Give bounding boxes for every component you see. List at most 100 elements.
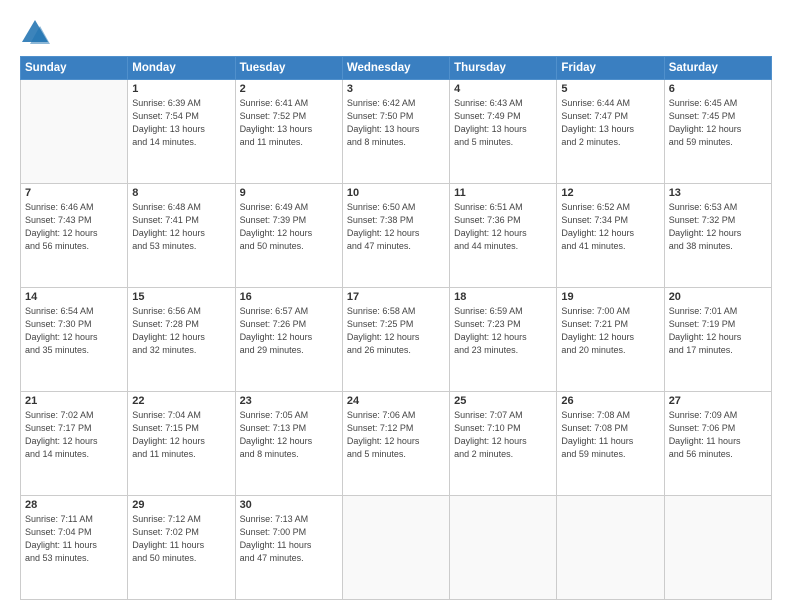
calendar-cell: 1 Sunrise: 6:39 AM Sunset: 7:54 PM Daylig… bbox=[128, 80, 235, 184]
calendar-header-monday: Monday bbox=[128, 57, 235, 80]
day-number: 23 bbox=[240, 395, 338, 407]
calendar-cell: 29 Sunrise: 7:12 AM Sunset: 7:02 PM Dayli… bbox=[128, 496, 235, 600]
calendar-header-saturday: Saturday bbox=[664, 57, 771, 80]
header bbox=[20, 18, 772, 46]
calendar-week-1: 1 Sunrise: 6:39 AM Sunset: 7:54 PM Daylig… bbox=[21, 80, 772, 184]
day-info: Sunrise: 6:43 AM Sunset: 7:49 PM Dayligh… bbox=[454, 97, 552, 149]
day-info: Sunrise: 7:00 AM Sunset: 7:21 PM Dayligh… bbox=[561, 305, 659, 357]
logo bbox=[20, 18, 54, 46]
calendar-cell: 9 Sunrise: 6:49 AM Sunset: 7:39 PM Daylig… bbox=[235, 184, 342, 288]
calendar-cell: 30Sunrise: 7:13 AM Sunset: 7:00 PM Dayli… bbox=[235, 496, 342, 600]
day-info: Sunrise: 7:06 AM Sunset: 7:12 PM Dayligh… bbox=[347, 409, 445, 461]
day-number: 30 bbox=[240, 499, 338, 511]
calendar-cell: 14 Sunrise: 6:54 AM Sunset: 7:30 PM Dayli… bbox=[21, 288, 128, 392]
day-info: Sunrise: 7:09 AM Sunset: 7:06 PM Dayligh… bbox=[669, 409, 767, 461]
day-number: 22 bbox=[132, 395, 230, 407]
calendar-cell: 24 Sunrise: 7:06 AM Sunset: 7:12 PM Dayli… bbox=[342, 392, 449, 496]
day-info: Sunrise: 7:05 AM Sunset: 7:13 PM Dayligh… bbox=[240, 409, 338, 461]
day-info: Sunrise: 7:12 AM Sunset: 7:02 PM Dayligh… bbox=[132, 513, 230, 565]
calendar-cell: 10 Sunrise: 6:50 AM Sunset: 7:38 PM Dayli… bbox=[342, 184, 449, 288]
calendar-week-2: 7 Sunrise: 6:46 AM Sunset: 7:43 PM Daylig… bbox=[21, 184, 772, 288]
calendar-cell: 6 Sunrise: 6:45 AM Sunset: 7:45 PM Daylig… bbox=[664, 80, 771, 184]
day-info: Sunrise: 7:04 AM Sunset: 7:15 PM Dayligh… bbox=[132, 409, 230, 461]
day-number: 7 bbox=[25, 187, 123, 199]
day-number: 1 bbox=[132, 83, 230, 95]
calendar-cell bbox=[557, 496, 664, 600]
day-number: 16 bbox=[240, 291, 338, 303]
day-info: Sunrise: 6:54 AM Sunset: 7:30 PM Dayligh… bbox=[25, 305, 123, 357]
calendar-cell bbox=[664, 496, 771, 600]
day-info: Sunrise: 6:58 AM Sunset: 7:25 PM Dayligh… bbox=[347, 305, 445, 357]
day-number: 20 bbox=[669, 291, 767, 303]
day-info: Sunrise: 6:50 AM Sunset: 7:38 PM Dayligh… bbox=[347, 201, 445, 253]
day-info: Sunrise: 6:46 AM Sunset: 7:43 PM Dayligh… bbox=[25, 201, 123, 253]
calendar-cell: 12 Sunrise: 6:52 AM Sunset: 7:34 PM Dayli… bbox=[557, 184, 664, 288]
day-info: Sunrise: 6:48 AM Sunset: 7:41 PM Dayligh… bbox=[132, 201, 230, 253]
day-info: Sunrise: 6:59 AM Sunset: 7:23 PM Dayligh… bbox=[454, 305, 552, 357]
day-number: 24 bbox=[347, 395, 445, 407]
logo-icon bbox=[20, 18, 50, 46]
calendar-cell: 27 Sunrise: 7:09 AM Sunset: 7:06 PM Dayli… bbox=[664, 392, 771, 496]
day-number: 10 bbox=[347, 187, 445, 199]
calendar-header-row: SundayMondayTuesdayWednesdayThursdayFrid… bbox=[21, 57, 772, 80]
calendar-cell: 3 Sunrise: 6:42 AM Sunset: 7:50 PM Daylig… bbox=[342, 80, 449, 184]
day-number: 3 bbox=[347, 83, 445, 95]
calendar-week-5: 28 Sunrise: 7:11 AM Sunset: 7:04 PM Dayli… bbox=[21, 496, 772, 600]
day-number: 12 bbox=[561, 187, 659, 199]
calendar-week-4: 21 Sunrise: 7:02 AM Sunset: 7:17 PM Dayli… bbox=[21, 392, 772, 496]
day-info: Sunrise: 7:01 AM Sunset: 7:19 PM Dayligh… bbox=[669, 305, 767, 357]
calendar-cell bbox=[21, 80, 128, 184]
day-info: Sunrise: 7:02 AM Sunset: 7:17 PM Dayligh… bbox=[25, 409, 123, 461]
day-info: Sunrise: 6:42 AM Sunset: 7:50 PM Dayligh… bbox=[347, 97, 445, 149]
calendar-cell: 11Sunrise: 6:51 AM Sunset: 7:36 PM Dayli… bbox=[450, 184, 557, 288]
day-info: Sunrise: 6:49 AM Sunset: 7:39 PM Dayligh… bbox=[240, 201, 338, 253]
calendar-cell: 7 Sunrise: 6:46 AM Sunset: 7:43 PM Daylig… bbox=[21, 184, 128, 288]
day-number: 28 bbox=[25, 499, 123, 511]
calendar-cell bbox=[450, 496, 557, 600]
calendar-cell: 2 Sunrise: 6:41 AM Sunset: 7:52 PM Daylig… bbox=[235, 80, 342, 184]
day-number: 11 bbox=[454, 187, 552, 199]
day-number: 2 bbox=[240, 83, 338, 95]
day-number: 25 bbox=[454, 395, 552, 407]
day-info: Sunrise: 6:39 AM Sunset: 7:54 PM Dayligh… bbox=[132, 97, 230, 149]
calendar-cell: 13Sunrise: 6:53 AM Sunset: 7:32 PM Dayli… bbox=[664, 184, 771, 288]
day-number: 6 bbox=[669, 83, 767, 95]
calendar-cell: 26 Sunrise: 7:08 AM Sunset: 7:08 PM Dayli… bbox=[557, 392, 664, 496]
calendar-cell: 25Sunrise: 7:07 AM Sunset: 7:10 PM Dayli… bbox=[450, 392, 557, 496]
day-info: Sunrise: 6:41 AM Sunset: 7:52 PM Dayligh… bbox=[240, 97, 338, 149]
day-number: 8 bbox=[132, 187, 230, 199]
calendar-cell: 20 Sunrise: 7:01 AM Sunset: 7:19 PM Dayli… bbox=[664, 288, 771, 392]
calendar-table: SundayMondayTuesdayWednesdayThursdayFrid… bbox=[20, 56, 772, 600]
day-info: Sunrise: 6:56 AM Sunset: 7:28 PM Dayligh… bbox=[132, 305, 230, 357]
day-number: 27 bbox=[669, 395, 767, 407]
calendar-cell: 19Sunrise: 7:00 AM Sunset: 7:21 PM Dayli… bbox=[557, 288, 664, 392]
day-info: Sunrise: 7:11 AM Sunset: 7:04 PM Dayligh… bbox=[25, 513, 123, 565]
day-number: 14 bbox=[25, 291, 123, 303]
calendar-cell: 18 Sunrise: 6:59 AM Sunset: 7:23 PM Dayli… bbox=[450, 288, 557, 392]
day-number: 15 bbox=[132, 291, 230, 303]
day-info: Sunrise: 6:44 AM Sunset: 7:47 PM Dayligh… bbox=[561, 97, 659, 149]
day-info: Sunrise: 6:52 AM Sunset: 7:34 PM Dayligh… bbox=[561, 201, 659, 253]
day-number: 29 bbox=[132, 499, 230, 511]
day-number: 5 bbox=[561, 83, 659, 95]
day-number: 18 bbox=[454, 291, 552, 303]
calendar-cell: 23 Sunrise: 7:05 AM Sunset: 7:13 PM Dayli… bbox=[235, 392, 342, 496]
calendar-week-3: 14 Sunrise: 6:54 AM Sunset: 7:30 PM Dayli… bbox=[21, 288, 772, 392]
day-number: 21 bbox=[25, 395, 123, 407]
calendar-cell: 28 Sunrise: 7:11 AM Sunset: 7:04 PM Dayli… bbox=[21, 496, 128, 600]
calendar-header-friday: Friday bbox=[557, 57, 664, 80]
day-info: Sunrise: 6:45 AM Sunset: 7:45 PM Dayligh… bbox=[669, 97, 767, 149]
calendar-header-sunday: Sunday bbox=[21, 57, 128, 80]
day-number: 9 bbox=[240, 187, 338, 199]
calendar-cell: 16Sunrise: 6:57 AM Sunset: 7:26 PM Dayli… bbox=[235, 288, 342, 392]
calendar-cell: 15 Sunrise: 6:56 AM Sunset: 7:28 PM Dayli… bbox=[128, 288, 235, 392]
day-info: Sunrise: 7:08 AM Sunset: 7:08 PM Dayligh… bbox=[561, 409, 659, 461]
calendar-cell bbox=[342, 496, 449, 600]
day-number: 26 bbox=[561, 395, 659, 407]
calendar-cell: 17 Sunrise: 6:58 AM Sunset: 7:25 PM Dayli… bbox=[342, 288, 449, 392]
page: SundayMondayTuesdayWednesdayThursdayFrid… bbox=[0, 0, 792, 612]
calendar-header-thursday: Thursday bbox=[450, 57, 557, 80]
calendar-header-tuesday: Tuesday bbox=[235, 57, 342, 80]
day-number: 17 bbox=[347, 291, 445, 303]
calendar-cell: 21 Sunrise: 7:02 AM Sunset: 7:17 PM Dayli… bbox=[21, 392, 128, 496]
